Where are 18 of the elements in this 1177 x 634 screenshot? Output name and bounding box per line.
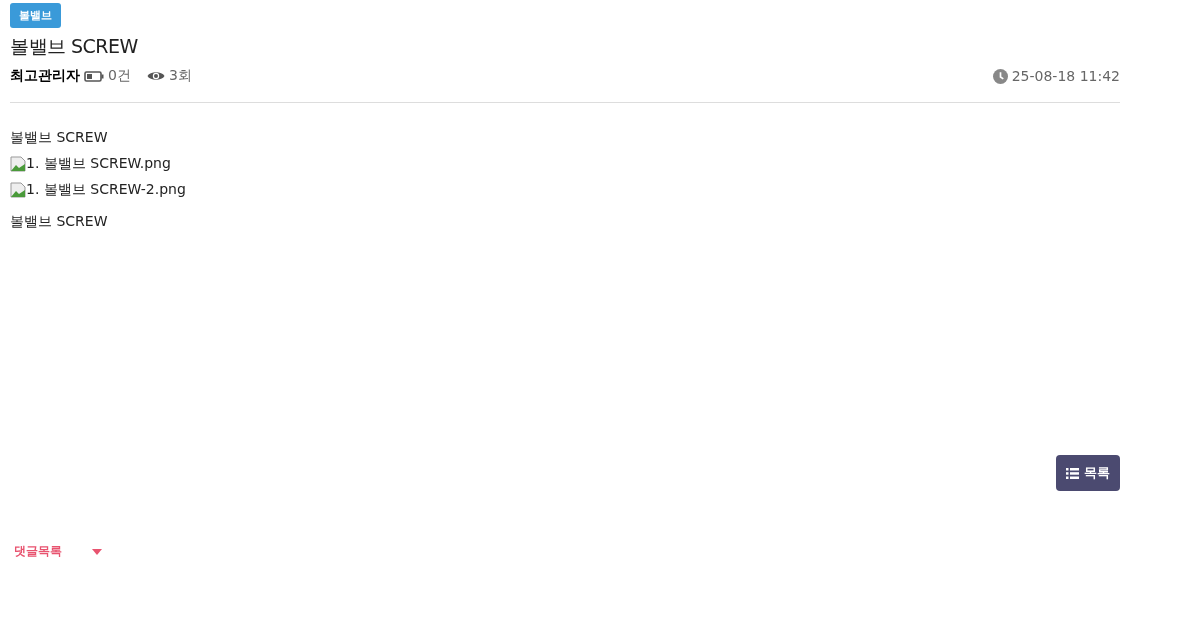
list-icon <box>1066 467 1079 479</box>
post-title: 볼밸브 SCREW <box>10 34 139 59</box>
list-button[interactable]: 목록 <box>1056 455 1120 491</box>
broken-image-icon <box>10 182 26 198</box>
comment-count: 0건 <box>108 67 131 85</box>
author-name[interactable]: 최고관리자 <box>10 67 80 85</box>
image-alt-text: 1. 볼밸브 SCREW.png <box>26 155 171 173</box>
body-text: 볼밸브 SCREW <box>10 128 109 147</box>
caret-icon[interactable] <box>92 548 102 555</box>
image-alt-text: 1. 볼밸브 SCREW-2.png <box>26 181 186 199</box>
comments-toggle[interactable]: 댓글목록 <box>14 543 62 560</box>
post-datetime: 25-08-18 11:42 <box>1011 68 1120 84</box>
clock-icon <box>992 68 1008 84</box>
body-paragraph: 볼밸브 SCREW <box>10 213 109 231</box>
battery-icon <box>84 70 104 82</box>
broken-image-icon <box>10 156 26 172</box>
view-count: 3회 <box>168 67 192 85</box>
eye-icon <box>146 70 165 82</box>
